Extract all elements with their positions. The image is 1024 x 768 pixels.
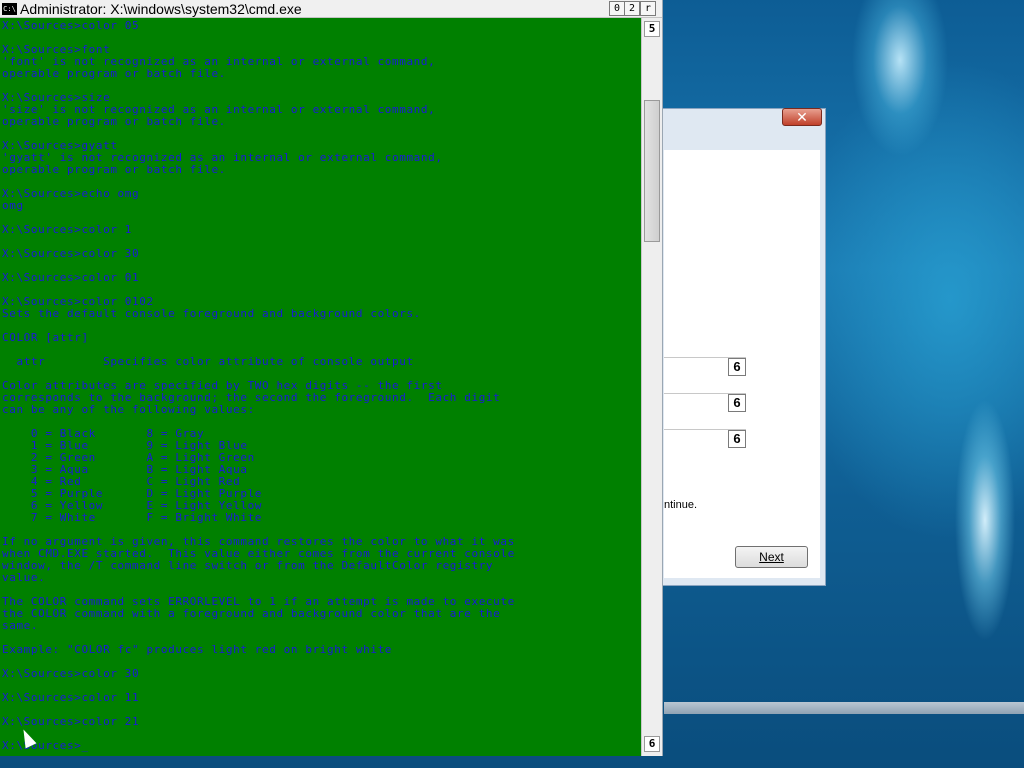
scroll-up-icon[interactable]: 5 (644, 21, 660, 37)
console-line: operable program or batch file. (2, 115, 226, 128)
setup-field-1[interactable]: 6 (664, 357, 746, 376)
setup-close-button[interactable]: ✕ (782, 108, 822, 126)
next-button[interactable]: Next (735, 546, 808, 568)
console-text: X:\Sources>color 05 X:\Sources>font 'fon… (0, 18, 641, 752)
minimize-button[interactable]: 0 (609, 1, 625, 16)
close-button[interactable]: r (640, 1, 656, 16)
maximize-button[interactable]: 2 (624, 1, 640, 16)
setup-field-3[interactable]: 6 (664, 429, 746, 448)
scroll-thumb[interactable] (644, 100, 660, 242)
cmd-titlebar[interactable]: C:\ Administrator: X:\windows\system32\c… (0, 0, 662, 18)
console-line: operable program or batch file. (2, 163, 226, 176)
console-line: same. (2, 619, 39, 632)
scroll-down-icon[interactable]: 6 (644, 736, 660, 752)
console-line: X:\Sources>color 05 (2, 19, 140, 32)
console-line: operable program or batch file. (2, 67, 226, 80)
taskbar-strip (664, 702, 1024, 714)
console-line: X:\Sources>color 1 (2, 223, 133, 236)
console-line: X:\Sources>color 30 (2, 247, 140, 260)
next-button-label: Next (759, 550, 784, 564)
setup-continue-text: ntinue. (664, 499, 698, 511)
console-line: can be any of the following values: (2, 403, 255, 416)
console-line: Sets the default console foreground and … (2, 307, 421, 320)
console-line: X:\Sources>_ (2, 739, 89, 752)
console-output[interactable]: X:\Sources>color 05 X:\Sources>font 'fon… (0, 18, 641, 756)
cmd-window[interactable]: C:\ Administrator: X:\windows\system32\c… (0, 0, 663, 756)
window-title: Administrator: X:\windows\system32\cmd.e… (20, 1, 302, 17)
console-line: X:\Sources>color 21 (2, 715, 140, 728)
console-line: X:\Sources>color 30 (2, 667, 140, 680)
setup-field-2[interactable]: 6 (664, 393, 746, 412)
console-line: attr Specifies color attribute of consol… (2, 355, 414, 368)
console-line: the COLOR command with a foreground and … (2, 607, 501, 620)
console-line: X:\Sources>color 01 (2, 271, 140, 284)
console-line: COLOR [attr] (2, 331, 89, 344)
setup-spinner-3[interactable]: 6 (728, 430, 746, 448)
console-line: X:\Sources>color 11 (2, 691, 140, 704)
setup-spinner-1[interactable]: 6 (728, 358, 746, 376)
cmd-icon: C:\ (2, 3, 17, 15)
setup-spinner-2[interactable]: 6 (728, 394, 746, 412)
console-line: 7 = White F = Bright White (2, 511, 263, 524)
vertical-scrollbar[interactable]: 5 6 (641, 18, 662, 756)
console-line: Example: "COLOR fc" produces light red o… (2, 643, 393, 656)
close-icon: ✕ (796, 109, 808, 125)
console-line: value. (2, 571, 46, 584)
console-line: window, the /T command line switch or fr… (2, 559, 494, 572)
console-line: omg (2, 199, 24, 212)
